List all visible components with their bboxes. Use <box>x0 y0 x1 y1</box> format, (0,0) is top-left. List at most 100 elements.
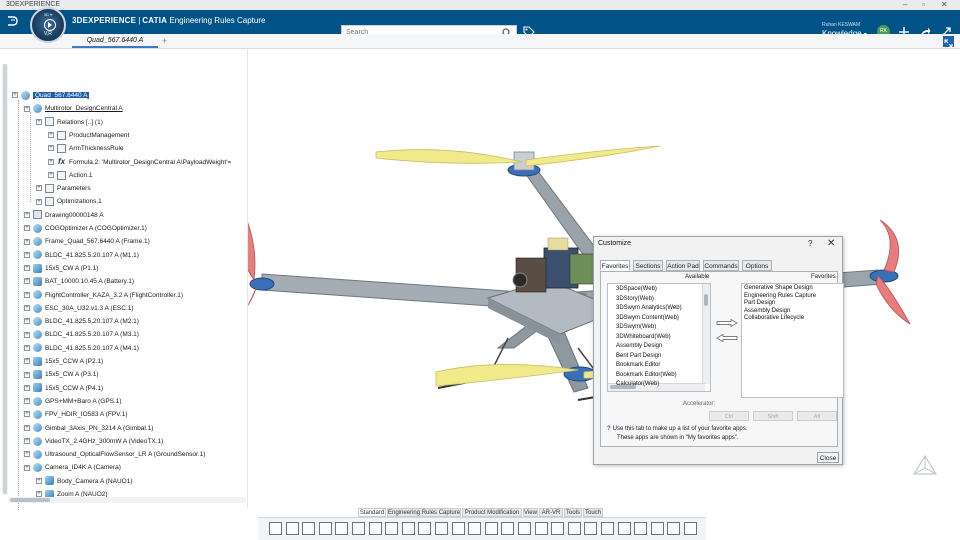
comment-icon[interactable] <box>567 521 582 536</box>
tree-row[interactable]: + BLDC_41.825.5.20.107 A (M1.1) <box>24 250 139 262</box>
tree-row[interactable]: + fx Formula.2: 'Multirotor_DesignCentral … <box>48 157 231 169</box>
tree-row[interactable]: +15x5_CW A (P3.1) <box>24 369 98 381</box>
expand-toggle-icon[interactable]: + <box>24 438 30 445</box>
favorites-list[interactable]: Generative Shape Design Engineering Rules… <box>741 283 844 398</box>
expand-toggle-icon[interactable]: + <box>24 358 30 365</box>
favorite-app-item[interactable]: Part Design <box>744 300 775 308</box>
action-tab-view[interactable]: View <box>523 508 538 517</box>
tree-hscroll-thumb[interactable] <box>10 498 50 502</box>
tree-row[interactable]: + Gimbal_3Axis_PN_3214 A (Gimbal.1) <box>24 423 153 435</box>
expand-toggle-icon[interactable]: + <box>24 371 30 378</box>
tree-row[interactable]: + Frame_Quad_567.6440 A (Frame.1) <box>24 236 150 248</box>
tree-row[interactable]: + BLDC_41.825.5.20.107 A (M3.1) <box>24 329 139 341</box>
redo-icon[interactable] <box>351 521 366 536</box>
available-app-item[interactable]: Bent Part Design <box>616 352 661 362</box>
tree-row[interactable]: + Relations [..] (1) <box>36 117 103 129</box>
add-to-favorites-arrow-icon[interactable] <box>716 319 738 327</box>
expand-toggle-icon[interactable]: + <box>24 225 30 232</box>
dialog-tab-action-pad[interactable]: Action Pad <box>666 260 700 271</box>
available-app-item[interactable]: Assembly Design <box>616 342 662 352</box>
tree-row[interactable]: + Body_Camera A (NAUO1) <box>36 476 133 488</box>
tree-row[interactable]: + Action.1 <box>48 170 93 182</box>
expand-toggle-icon[interactable]: + <box>24 384 30 391</box>
favorite-app-item[interactable]: Collaborative Lifecycle <box>744 315 804 323</box>
expand-toggle-icon[interactable]: + <box>36 477 42 484</box>
favorite-app-item[interactable]: Generative Shape Design <box>744 285 813 293</box>
expand-toggle-icon[interactable]: + <box>24 331 30 338</box>
expand-toggle-icon[interactable]: + <box>36 198 42 205</box>
expand-toggle-icon[interactable]: + <box>24 411 30 418</box>
alt-button[interactable]: Alt <box>797 411 837 421</box>
expand-toggle-icon[interactable]: + <box>24 251 30 258</box>
list-icon[interactable] <box>500 521 515 536</box>
tree-row[interactable]: + BLDC_41.825.5.20.107 A (M2.1) <box>24 316 139 328</box>
copy-icon[interactable] <box>285 521 300 536</box>
expand-toggle-icon[interactable]: + <box>48 172 54 179</box>
expand-toggle-icon[interactable]: + <box>24 344 30 351</box>
expand-toggle-icon[interactable]: + <box>36 118 42 125</box>
expand-toggle-icon[interactable]: + <box>24 305 30 312</box>
axis-orientation-icon[interactable] <box>908 452 942 480</box>
tree-row[interactable]: +15x5_CCW A (P4.1) <box>24 383 103 395</box>
parameter-icon[interactable] <box>384 521 399 536</box>
available-app-item[interactable]: Bookmark Editor(Web) <box>616 371 677 381</box>
action-tab-engineering-rules-capture[interactable]: Engineering Rules Capture <box>387 508 461 517</box>
minimize-button[interactable]: – <box>903 0 907 10</box>
undo-icon[interactable] <box>334 521 349 536</box>
available-app-item[interactable]: Calculator(Web) <box>616 380 659 390</box>
tree-row[interactable]: + BAT_10000.10.45 A (Battery.1) <box>24 276 134 288</box>
play-icon[interactable] <box>44 19 56 31</box>
available-list[interactable]: 3DSpace(Web) 3DStory(Web) 3DSwym Analytics… <box>607 283 711 392</box>
expand-toggle-icon[interactable]: + <box>24 238 30 245</box>
check-icon[interactable] <box>401 521 416 536</box>
tree-row[interactable]: + Quad_567.6440 A <box>12 90 90 102</box>
favorite-app-item[interactable]: Assembly Design <box>744 308 790 316</box>
cut-icon[interactable] <box>268 521 283 536</box>
check-report-icon[interactable] <box>550 521 565 536</box>
tree-row[interactable]: + VideoTX_2.4GHz_300mW A (VideoTX.1) <box>24 436 163 448</box>
available-app-item[interactable]: 3DStory(Web) <box>616 295 654 305</box>
expand-toggle-icon[interactable]: + <box>48 132 54 139</box>
ctrl-button[interactable]: Ctrl <box>709 411 749 421</box>
expand-toggle-icon[interactable]: + <box>24 398 30 405</box>
available-scroll-thumb[interactable] <box>704 294 708 306</box>
fullscreen-icon[interactable] <box>943 36 954 48</box>
film-icon[interactable] <box>650 521 665 536</box>
help-button[interactable]: ? <box>808 239 812 248</box>
expand-toggle-icon[interactable]: + <box>24 318 30 325</box>
tree-row[interactable]: + Multirotor_DesignCentral A <box>24 103 123 115</box>
loop-icon[interactable] <box>583 521 598 536</box>
update-icon[interactable] <box>368 521 383 536</box>
tree-row[interactable]: + COGOptimizer A (COGOptimizer.1) <box>24 223 147 235</box>
expand-toggle-icon[interactable]: + <box>24 424 30 431</box>
paste-icon[interactable] <box>301 521 316 536</box>
set-icon[interactable] <box>517 521 532 536</box>
tree-row[interactable]: + Drawing00000148 A <box>24 210 104 222</box>
table-icon[interactable] <box>451 521 466 536</box>
tree-row[interactable]: + GPS+MM+Baro A (GPS.1) <box>24 396 122 408</box>
dialog-tab-commands[interactable]: Commands <box>703 260 739 271</box>
macro-icon[interactable] <box>633 521 648 536</box>
close-button[interactable]: Close <box>817 452 839 463</box>
vb-icon[interactable] <box>617 521 632 536</box>
formula-icon[interactable] <box>666 521 681 536</box>
tree-horizontal-scrollbar[interactable] <box>8 497 246 503</box>
tree-row[interactable]: + ESC_30A_U32.v1.3 A (ESC.1) <box>24 303 134 315</box>
expand-toggle-icon[interactable]: + <box>48 145 54 152</box>
remove-from-favorites-arrow-icon[interactable] <box>716 334 738 342</box>
expand-toggle-icon[interactable]: + <box>24 291 30 298</box>
available-app-item[interactable]: 3DWhiteboard(Web) <box>616 333 671 343</box>
tree-row[interactable]: + BLDC_41.825.5.20.107 A (M4.1) <box>24 343 139 355</box>
dialog-tab-sections[interactable]: Sections <box>633 260 663 271</box>
close-window-button[interactable]: ✕ <box>941 0 948 10</box>
text-icon[interactable] <box>600 521 615 536</box>
dialog-tab-options[interactable]: Options <box>742 260 772 271</box>
expand-toggle-icon[interactable]: + <box>24 211 30 218</box>
compass-widget[interactable]: 3D ⌖ V,R <box>30 7 66 43</box>
instantiate-icon[interactable] <box>467 521 482 536</box>
available-app-item[interactable]: 3DSwym(Web) <box>616 323 656 333</box>
tree-row[interactable]: + ArmThicknessRule <box>48 143 124 155</box>
expand-toggle-icon[interactable]: + <box>24 105 30 112</box>
lib-icon[interactable] <box>683 521 698 536</box>
tree-row[interactable]: + Optimizations.1 <box>36 196 102 208</box>
